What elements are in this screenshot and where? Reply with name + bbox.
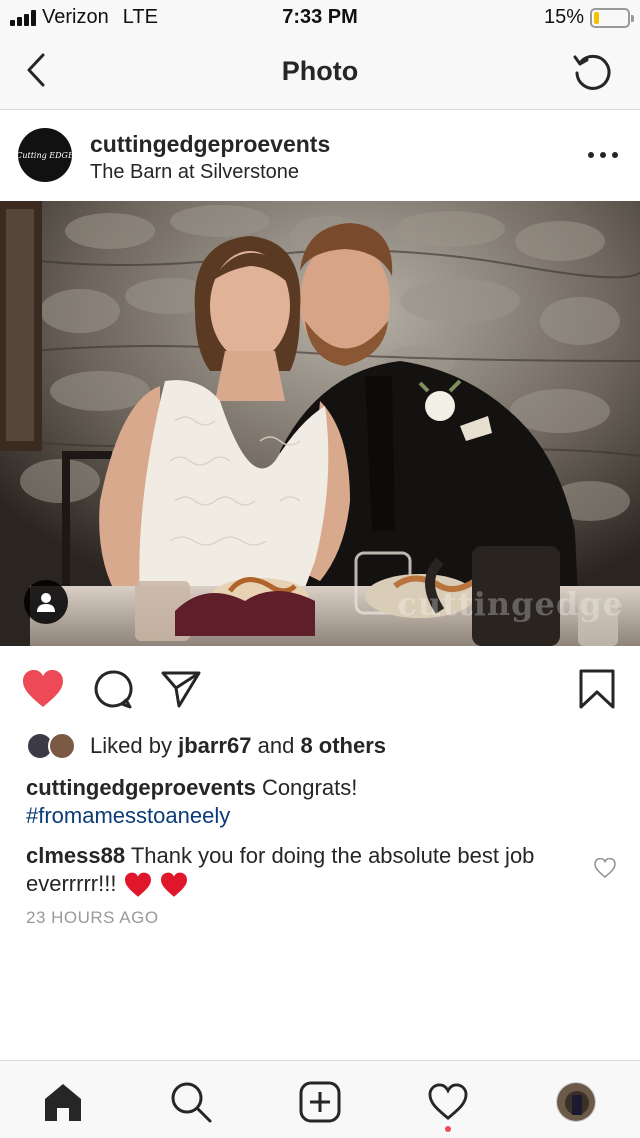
liked-by-text: Liked by jbarr67 and 8 others (90, 733, 386, 759)
battery-icon (590, 7, 634, 28)
comment-item: clmess88 Thank you for doing the absolut… (26, 842, 586, 898)
more-dot-icon (588, 152, 594, 158)
likes-others-link[interactable]: 8 others (300, 733, 386, 758)
person-icon (37, 593, 55, 612)
refresh-icon (573, 54, 611, 90)
comment-username[interactable]: clmess88 (26, 843, 125, 868)
caption-text: Congrats! (261, 775, 358, 800)
home-icon (45, 1084, 81, 1121)
post-actions (0, 646, 640, 732)
comment-button[interactable] (90, 666, 136, 712)
tagged-users-button[interactable] (24, 580, 68, 624)
caption-username[interactable]: cuttingedgeproevents (26, 775, 256, 800)
comment-icon (94, 670, 133, 709)
photo-watermark: cuttingedge (397, 585, 624, 623)
post-header: Cutting EDGE cuttingedgeproevents The Ba… (0, 111, 640, 201)
nav-new-post[interactable] (297, 1079, 343, 1125)
liker-avatars (26, 731, 82, 761)
likes-summary[interactable]: Liked by jbarr67 and 8 others (26, 730, 386, 762)
liked-prefix: Liked by (90, 733, 172, 758)
nav-profile[interactable] (553, 1079, 599, 1125)
header-bar: Photo (0, 36, 640, 110)
red-heart-emoji-icon (160, 872, 187, 897)
more-dot-icon (600, 152, 606, 158)
nav-activity[interactable] (425, 1079, 471, 1125)
nav-search[interactable] (168, 1079, 214, 1125)
liked-connector: and (257, 733, 295, 758)
post-caption: cuttingedgeproevents Congrats! #fromames… (26, 774, 586, 830)
share-button[interactable] (158, 666, 204, 712)
page-title: Photo (281, 56, 359, 86)
post-photo[interactable]: cuttingedge (0, 201, 640, 646)
nav-home[interactable] (40, 1079, 86, 1125)
search-icon (171, 1082, 212, 1123)
caption-hashtag[interactable]: #fromamesstoaneely (26, 803, 230, 828)
like-button[interactable] (20, 666, 66, 712)
more-dot-icon (612, 152, 618, 158)
refresh-button[interactable] (570, 50, 614, 94)
account-avatar[interactable]: Cutting EDGE (18, 128, 72, 182)
battery-fill (594, 11, 599, 24)
post-username[interactable]: cuttingedgeproevents (90, 131, 330, 158)
post-location[interactable]: The Barn at Silverstone (90, 161, 299, 184)
activity-notification-dot (445, 1126, 451, 1132)
battery-percent: 15% (543, 6, 584, 28)
activity-icon (428, 1083, 468, 1121)
avatar-logo-text: Cutting EDGE (18, 150, 72, 160)
post-timestamp: 23 HOURS AGO (26, 908, 159, 927)
send-icon (161, 671, 201, 708)
profile-avatar (556, 1082, 596, 1122)
save-button[interactable] (574, 666, 620, 712)
bookmark-icon (579, 669, 615, 709)
status-bar: Verizon LTE 7:33 PM 15% (0, 0, 640, 36)
liker-avatar (48, 732, 76, 760)
new-post-icon (299, 1081, 341, 1123)
comment-like-button[interactable] (594, 857, 618, 882)
red-heart-emoji-icon (124, 872, 151, 897)
bottom-nav (0, 1060, 640, 1138)
wedding-couple-photo (0, 201, 640, 646)
more-options-button[interactable] (588, 143, 618, 167)
status-right: 15% (543, 6, 634, 29)
heart-outline-icon (594, 857, 616, 878)
liker-username[interactable]: jbarr67 (178, 733, 251, 758)
heart-filled-icon (23, 670, 63, 707)
